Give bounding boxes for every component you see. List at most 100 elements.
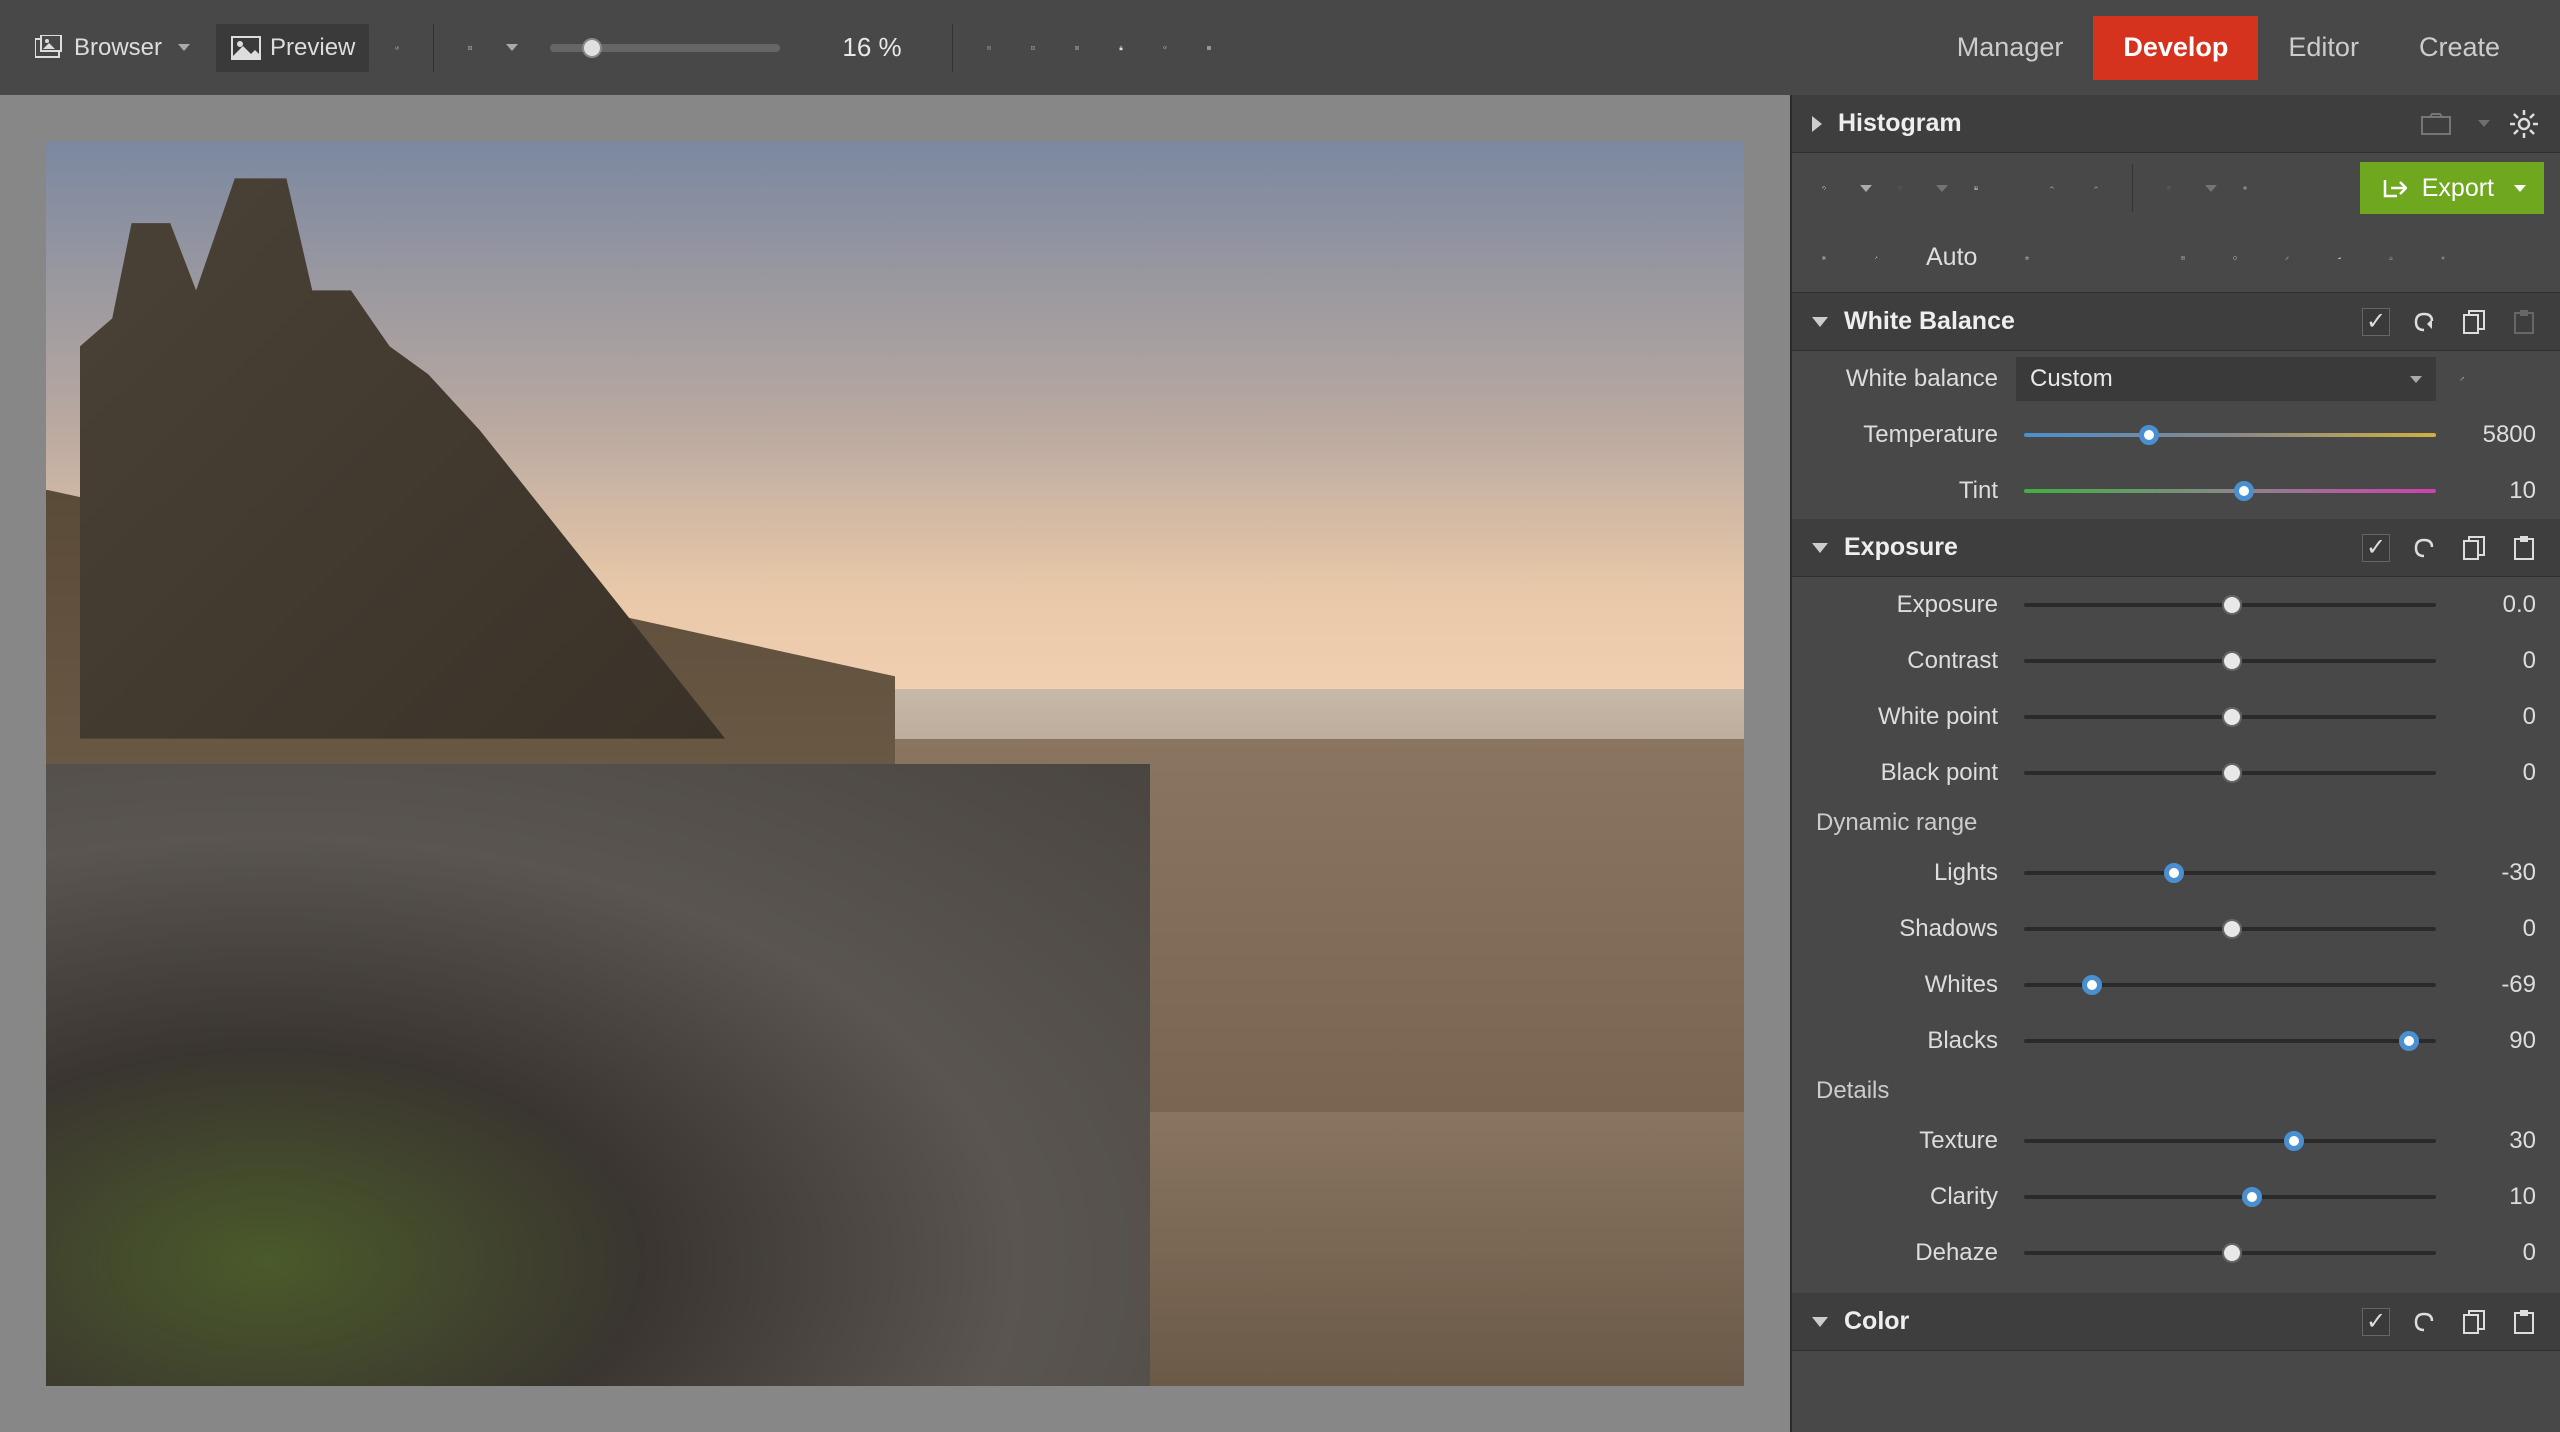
chevron-down-icon[interactable] [2205, 185, 2217, 192]
exposure-slider[interactable] [2024, 601, 2436, 609]
separator [433, 24, 434, 72]
paste-icon[interactable] [2508, 1306, 2540, 1338]
gear-icon[interactable] [2508, 108, 2540, 140]
contrast-slider[interactable] [2024, 657, 2436, 665]
white-balance-header[interactable]: White Balance ✓ [1792, 293, 2560, 351]
export-button[interactable]: Export [2360, 162, 2544, 214]
chevron-down-icon [1812, 317, 1828, 327]
enable-checkbox[interactable]: ✓ [2362, 308, 2390, 336]
gear-icon[interactable] [2427, 242, 2459, 274]
export-icon [2378, 172, 2410, 204]
radial-icon[interactable] [2219, 242, 2251, 274]
browser-button[interactable]: Browser [20, 24, 204, 72]
paste-icon[interactable] [2508, 532, 2540, 564]
white-point-value[interactable]: 0 [2444, 703, 2536, 731]
tab-create[interactable]: Create [2389, 16, 2530, 80]
lights-slider[interactable] [2024, 869, 2436, 877]
split-view-icon[interactable] [1061, 32, 1093, 64]
chevron-down-icon[interactable] [2478, 120, 2490, 127]
tab-manager[interactable]: Manager [1927, 16, 2094, 80]
lights-value[interactable]: -30 [2444, 859, 2536, 887]
overexposure-icon[interactable] [1149, 32, 1181, 64]
chevron-down-icon[interactable] [1936, 185, 1948, 192]
copy-icon[interactable] [2458, 532, 2490, 564]
tab-editor[interactable]: Editor [2258, 16, 2389, 80]
save-icon[interactable] [2153, 172, 2185, 204]
text-icon[interactable]: T [2167, 242, 2199, 274]
clarity-value[interactable]: 10 [2444, 1183, 2536, 1211]
external-icon[interactable] [381, 32, 413, 64]
image-viewer[interactable] [0, 95, 1790, 1432]
redo-icon[interactable] [1884, 172, 1916, 204]
dehaze-label: Dehaze [1816, 1239, 2016, 1267]
wb-select[interactable]: Custom [2016, 357, 2436, 401]
reset-icon[interactable] [2408, 532, 2440, 564]
sliders-icon[interactable] [2229, 172, 2261, 204]
tint-slider[interactable] [2024, 487, 2436, 495]
image-icon [230, 32, 262, 64]
clarity-slider[interactable] [2024, 1193, 2436, 1201]
white-point-slider[interactable] [2024, 713, 2436, 721]
paste-icon[interactable] [2508, 306, 2540, 338]
copy-icon[interactable] [2458, 1306, 2490, 1338]
tab-develop[interactable]: Develop [2093, 16, 2258, 80]
texture-value[interactable]: 30 [2444, 1127, 2536, 1155]
black-point-slider[interactable] [2024, 769, 2436, 777]
camera-icon[interactable] [2011, 242, 2043, 274]
curves-icon[interactable] [2115, 242, 2147, 274]
eyedropper-icon[interactable] [2446, 363, 2478, 395]
tint-label: Tint [1816, 477, 2016, 505]
magic-wand-icon[interactable] [1860, 242, 1892, 274]
color-header[interactable]: Color ✓ [1792, 1293, 2560, 1351]
reset-icon[interactable] [2408, 306, 2440, 338]
tint-value[interactable]: 10 [2444, 477, 2536, 505]
chevron-down-icon[interactable] [1860, 185, 1872, 192]
ratio-1-1-icon[interactable]: 1:1 [973, 32, 1005, 64]
shadows-slider[interactable] [2024, 925, 2436, 933]
dehaze-slider[interactable] [2024, 1249, 2436, 1257]
camera-small-icon[interactable] [2420, 108, 2452, 140]
adjustments-icon[interactable] [1808, 242, 1840, 274]
grid-icon[interactable] [1193, 32, 1225, 64]
lock-icon[interactable] [1105, 32, 1137, 64]
exposure-value[interactable]: 0.0 [2444, 591, 2536, 619]
crop-icon[interactable] [2063, 242, 2095, 274]
reset-icon[interactable] [2408, 1306, 2440, 1338]
temperature-value[interactable]: 5800 [2444, 421, 2536, 449]
blacks-slider[interactable] [2024, 1037, 2436, 1045]
lights-label: Lights [1816, 859, 2016, 887]
enable-checkbox[interactable]: ✓ [2362, 1308, 2390, 1336]
zoom-thumb[interactable] [582, 38, 602, 58]
image-original-icon[interactable] [1960, 172, 1992, 204]
black-point-value[interactable]: 0 [2444, 759, 2536, 787]
dehaze-value[interactable]: 0 [2444, 1239, 2536, 1267]
whites-value[interactable]: -69 [2444, 971, 2536, 999]
blacks-value[interactable]: 90 [2444, 1027, 2536, 1055]
whites-slider[interactable] [2024, 981, 2436, 989]
histogram-header[interactable]: Histogram [1792, 95, 2560, 153]
gradient-icon[interactable] [2323, 242, 2355, 274]
rotate-right-icon[interactable] [2080, 172, 2112, 204]
preview-button[interactable]: Preview [216, 24, 369, 72]
exposure-header[interactable]: Exposure ✓ [1792, 519, 2560, 577]
contrast-value[interactable]: 0 [2444, 647, 2536, 675]
brush-icon[interactable] [2271, 242, 2303, 274]
shadows-value[interactable]: 0 [2444, 915, 2536, 943]
undo-icon[interactable] [1808, 172, 1840, 204]
photo-preview [46, 141, 1744, 1386]
tint-row: Tint 10 [1792, 463, 2560, 519]
zoom-slider[interactable] [550, 44, 780, 52]
chevron-down-icon [1812, 543, 1828, 553]
chevron-down-icon[interactable] [506, 44, 518, 51]
auto-button[interactable]: Auto [1912, 234, 1991, 282]
action-row: Export [1792, 153, 2560, 223]
flash-icon[interactable] [454, 32, 486, 64]
rotate-left-icon[interactable] [2036, 172, 2068, 204]
copy-icon[interactable] [2458, 306, 2490, 338]
texture-slider[interactable] [2024, 1137, 2436, 1145]
chevron-right-icon [1812, 116, 1822, 132]
fit-screen-icon[interactable] [1017, 32, 1049, 64]
eraser-icon[interactable] [2375, 242, 2407, 274]
enable-checkbox[interactable]: ✓ [2362, 534, 2390, 562]
temperature-slider[interactable] [2024, 431, 2436, 439]
